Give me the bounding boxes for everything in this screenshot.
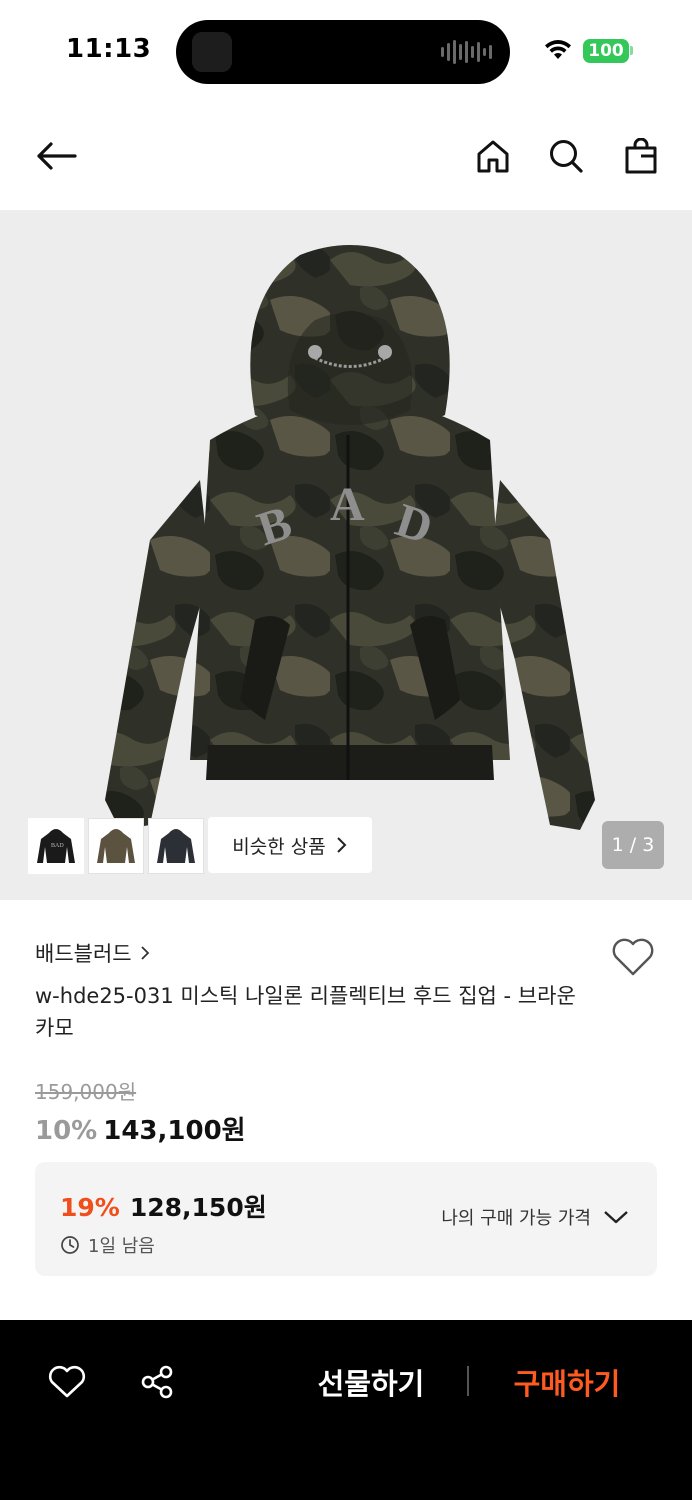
chevron-right-icon (140, 946, 149, 960)
status-time: 11:13 (66, 34, 152, 64)
arrow-left-icon (37, 142, 77, 170)
price-row: 10% 143,100원 (35, 1110, 246, 1147)
wifi-icon (545, 40, 571, 59)
page-indicator: 1 / 3 (602, 821, 664, 869)
battery-tip (630, 46, 633, 55)
thumbnail-black[interactable]: BAD (28, 818, 84, 874)
thumbnail-brown[interactable] (88, 818, 144, 874)
status-bar: 11:13 100 (0, 0, 692, 100)
share-icon (141, 1365, 173, 1399)
chevron-down-icon (604, 1211, 628, 1224)
dynamic-island (176, 20, 510, 84)
bottom-wishlist-button[interactable] (43, 1358, 91, 1406)
brand-name: 배드블러드 (35, 942, 132, 966)
best-price-panel[interactable]: 19% 128,150원 1일 남음 나의 구매 가능 가격 (35, 1162, 657, 1276)
sale-price: 143,100원 (103, 1116, 246, 1146)
nav-bar (0, 110, 692, 204)
product-name: w-hde25-031 미스틱 나일론 리플렉티브 후드 집업 - 브라운카모 (35, 984, 576, 1040)
gift-button[interactable]: 선물하기 (296, 1360, 446, 1404)
jacket-thumbnail-icon (157, 829, 195, 863)
audio-wave-icon (441, 40, 492, 64)
svg-text:BAD: BAD (51, 843, 64, 849)
search-button[interactable] (542, 132, 590, 180)
cart-button[interactable] (617, 132, 665, 180)
search-icon (550, 140, 583, 173)
back-button[interactable] (32, 132, 80, 180)
original-price: 159,000원 (35, 1080, 137, 1104)
clock-icon (61, 1236, 79, 1254)
jacket-thumbnail-icon: BAD (37, 829, 75, 863)
similar-products-button[interactable]: 비슷한 상품 (208, 817, 372, 873)
bottom-action-bar: 선물하기 구매하기 (0, 1320, 692, 1500)
home-button[interactable] (469, 132, 517, 180)
best-discount-rate: 19% (60, 1193, 120, 1222)
heart-icon (48, 1365, 86, 1398)
my-price-toggle[interactable]: 나의 구매 가능 가격 (441, 1204, 629, 1230)
best-price-row: 19% 128,150원 (60, 1188, 267, 1224)
discount-rate: 10% (35, 1116, 98, 1146)
thumbnail-strip: BAD (28, 818, 204, 874)
heart-icon (612, 938, 654, 976)
buy-button[interactable]: 구매하기 (492, 1360, 642, 1404)
time-remaining: 1일 남음 (60, 1232, 155, 1258)
best-price: 128,150원 (129, 1193, 267, 1222)
thumbnail-navy[interactable] (148, 818, 204, 874)
similar-products-label: 비슷한 상품 (232, 835, 326, 858)
home-icon (477, 140, 509, 173)
shopping-bag-icon (625, 138, 657, 174)
chevron-right-icon (337, 837, 347, 853)
wishlist-button[interactable] (606, 932, 660, 982)
island-app-icon (192, 32, 232, 72)
my-price-label: 나의 구매 가능 가격 (441, 1208, 591, 1229)
share-button[interactable] (133, 1358, 181, 1406)
product-image: B A D (105, 245, 595, 830)
svg-text:A: A (330, 478, 365, 531)
bottom-divider (467, 1366, 469, 1396)
jacket-thumbnail-icon (97, 829, 135, 863)
product-image-gallery[interactable]: B A D BAD 비슷한 상품 1 / 3 (0, 210, 692, 900)
brand-link[interactable]: 배드블러드 (35, 938, 150, 968)
battery-indicator: 100 (583, 39, 629, 63)
time-remaining-label: 1일 남음 (88, 1236, 155, 1257)
